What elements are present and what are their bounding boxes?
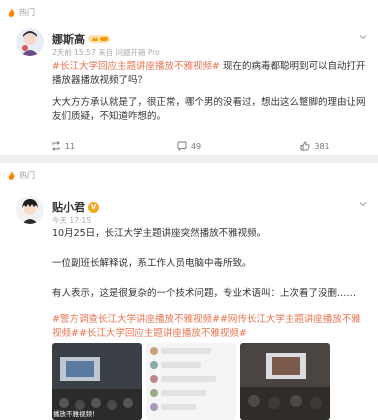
thumb-up-icon: [300, 141, 310, 151]
comment-icon: [177, 141, 187, 151]
repost-icon: [52, 141, 60, 151]
topic-tag[interactable]: #长江大学回应主题讲座播放不雅视频#: [52, 61, 220, 72]
like-button[interactable]: 381: [252, 141, 378, 151]
post-card-2: 热门 贴小君 V 今天 17:15 10月25日，长江大学主题讲座突然播放不雅视…: [0, 163, 378, 420]
flame-icon: [8, 171, 15, 180]
chevron-down-icon[interactable]: [358, 32, 368, 42]
image-caption: 播放不雅视频！: [53, 410, 99, 418]
author-name[interactable]: 娜斯高: [52, 31, 110, 47]
post-image-3[interactable]: [240, 343, 330, 420]
hot-label: 热门: [7, 170, 35, 181]
flame-icon: [8, 8, 15, 17]
post-meta: 今天 17:15: [52, 216, 91, 225]
post-body: #长江大学回应主题讲座播放不雅视频# 现在的病毒都聪明到可以自动打开播放器播放视…: [52, 61, 366, 86]
post-image-2[interactable]: [146, 343, 236, 420]
avatar[interactable]: [16, 196, 44, 224]
post-card-1: 热门 娜斯高 2天前 15:57 来自 问题开箱 Pro #长江大学回应主题讲座…: [0, 0, 378, 155]
hot-label: 热门: [7, 7, 35, 18]
avatar[interactable]: [16, 28, 44, 56]
post-paragraph-3: 有人表示，这是很复杂的一个技术问题，专业术语叫：上次看了没删……: [52, 288, 357, 299]
post-meta: 2天前 15:57 来自 问题开箱 Pro: [52, 48, 160, 57]
action-bar: 11 49 381: [0, 138, 378, 154]
comment-button[interactable]: 49: [126, 141, 252, 151]
topic-tags[interactable]: #警方调查长江大学讲座播放不雅视频##网传长江大学主题讲座播放不雅视频##长江大…: [52, 313, 370, 341]
level-badge: [88, 34, 110, 44]
chevron-down-icon[interactable]: [358, 199, 368, 209]
verified-icon: V: [88, 201, 99, 213]
post-body-2: 大大方方承认就是了，很正常，哪个男的没看过，想出这么蹩脚的理由让网友们质疑，不知…: [52, 97, 366, 122]
post-paragraph-1: 10月25日，长江大学主题讲座突然播放不雅视频。: [52, 228, 267, 239]
repost-button[interactable]: 11: [0, 141, 126, 151]
post-paragraph-2: 一位副班长解释说，系工作人员电脑中毒所致。: [52, 258, 252, 269]
author-name[interactable]: 贴小君 V: [52, 199, 99, 215]
